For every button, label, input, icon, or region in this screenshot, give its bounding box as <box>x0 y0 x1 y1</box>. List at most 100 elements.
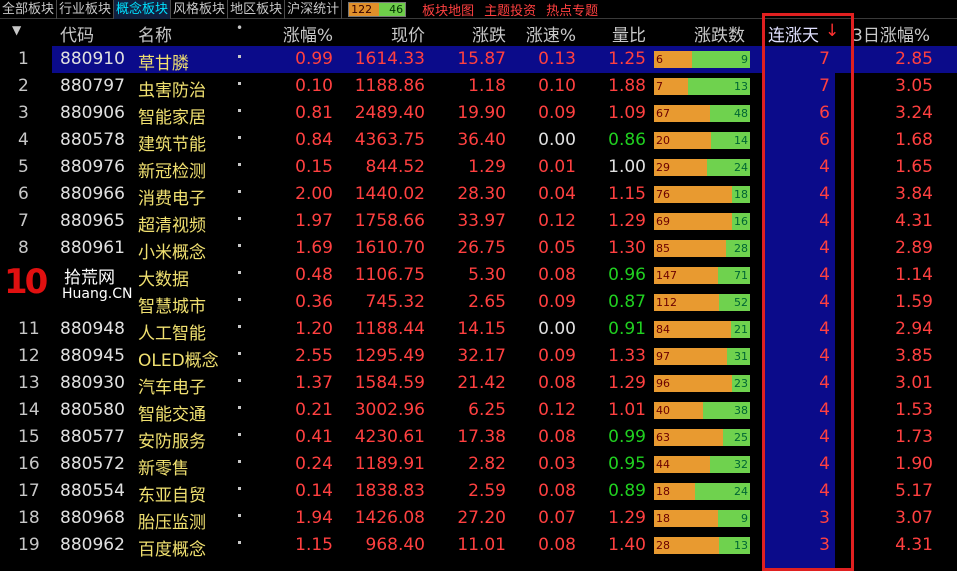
tab-2[interactable]: 概念板块 <box>114 0 172 19</box>
row-change: 26.75 <box>457 238 506 258</box>
row-name: 胎压监测 <box>138 513 206 533</box>
bar-down-count: 9 <box>692 51 750 68</box>
row-index: 1 <box>18 49 29 69</box>
row-change: 2.82 <box>468 454 506 474</box>
row-index: 8 <box>18 238 29 258</box>
row-3d-pct: 2.85 <box>895 49 933 69</box>
bar-down-count: 52 <box>719 294 750 311</box>
row-price: 1610.70 <box>354 238 425 258</box>
row-change: 2.65 <box>468 292 506 312</box>
row-index: 5 <box>18 157 29 177</box>
updown-bar: 18 9 <box>654 510 750 527</box>
updown-bar: 84 21 <box>654 321 750 338</box>
bar-up-count: 6 <box>654 51 692 68</box>
row-name: 百度概念 <box>138 540 206 560</box>
row-3d-pct: 1.73 <box>895 427 933 447</box>
row-pct: 0.84 <box>295 130 333 150</box>
bar-down-count: 16 <box>732 213 750 230</box>
row-speed: 0.10 <box>538 76 576 96</box>
row-price: 844.52 <box>365 157 425 177</box>
row-name: 智能交通 <box>138 405 206 425</box>
tab-5[interactable]: 沪深统计 <box>285 0 343 19</box>
link-hot[interactable]: 热点专题 <box>546 0 598 19</box>
watermark-logo: 10 拾荒网 Huang.CN <box>2 262 142 306</box>
header-3d-pct[interactable]: 3日涨幅% <box>852 21 930 46</box>
link-map[interactable]: 板块地图 <box>422 0 474 19</box>
row-dot <box>238 460 241 463</box>
updown-bar: 44 32 <box>654 456 750 473</box>
tab-0[interactable]: 全部板块 <box>0 0 58 19</box>
row-index: 13 <box>18 373 40 393</box>
row-change: 11.01 <box>457 535 506 555</box>
header-speed[interactable]: 涨速% <box>526 21 576 46</box>
row-3d-pct: 3.24 <box>895 103 933 123</box>
link-theme[interactable]: 主题投资 <box>484 0 536 19</box>
bar-down-count: 32 <box>710 456 750 473</box>
row-dot <box>238 406 241 409</box>
row-dot <box>238 109 241 112</box>
row-name: 新冠检测 <box>138 162 206 182</box>
bar-down-count: 24 <box>695 483 750 500</box>
row-3d-pct: 3.07 <box>895 508 933 528</box>
row-ratio: 0.89 <box>608 481 646 501</box>
header-ratio[interactable]: 量比 <box>612 21 646 46</box>
tab-1[interactable]: 行业板块 <box>57 0 115 19</box>
bar-down-count: 21 <box>731 321 750 338</box>
row-name: 安防服务 <box>138 432 206 452</box>
row-dot <box>238 271 241 274</box>
row-speed: 0.03 <box>538 454 576 474</box>
row-pct: 0.24 <box>295 454 333 474</box>
bar-up-count: 44 <box>654 456 710 473</box>
row-price: 1426.08 <box>354 508 425 528</box>
tab-3[interactable]: 风格板块 <box>171 0 229 19</box>
row-dot <box>238 514 241 517</box>
bar-down-count: 24 <box>707 159 750 176</box>
row-3d-pct: 1.68 <box>895 130 933 150</box>
row-ratio: 1.30 <box>608 238 646 258</box>
row-price: 4363.75 <box>354 130 425 150</box>
header-price[interactable]: 现价 <box>391 21 425 46</box>
header-name[interactable]: 名称 <box>138 21 172 46</box>
bar-down-count: 25 <box>723 429 750 446</box>
row-name: 建筑节能 <box>138 135 206 155</box>
row-ratio: 0.86 <box>608 130 646 150</box>
row-change: 15.87 <box>457 49 506 69</box>
row-index: 6 <box>18 184 29 204</box>
row-name: 新零售 <box>138 459 189 479</box>
header-pct[interactable]: 涨幅% <box>283 21 333 46</box>
row-ratio: 1.00 <box>608 157 646 177</box>
updown-bar: 147 71 <box>654 267 750 284</box>
row-ratio: 0.99 <box>608 427 646 447</box>
row-index: 16 <box>18 454 40 474</box>
bar-down-count: 38 <box>703 402 750 419</box>
bar-up-count: 69 <box>654 213 732 230</box>
row-code: 880965 <box>60 211 125 231</box>
sort-arrow-icon[interactable]: ▼ <box>12 23 21 37</box>
row-ratio: 0.96 <box>608 265 646 285</box>
row-dot <box>238 163 241 166</box>
updown-bar: 67 48 <box>654 105 750 122</box>
row-index: 18 <box>18 508 40 528</box>
row-dot <box>238 433 241 436</box>
row-speed: 0.09 <box>538 346 576 366</box>
row-pct: 1.37 <box>295 373 333 393</box>
bar-down-count: 13 <box>688 78 750 95</box>
row-price: 4230.61 <box>354 427 425 447</box>
row-pct: 2.00 <box>295 184 333 204</box>
bar-up-count: 18 <box>654 483 695 500</box>
row-code: 880554 <box>60 481 125 501</box>
row-change: 33.97 <box>457 211 506 231</box>
row-speed: 0.08 <box>538 373 576 393</box>
row-speed: 0.09 <box>538 292 576 312</box>
header-code[interactable]: 代码 <box>60 21 94 46</box>
header-change[interactable]: 涨跌 <box>472 21 506 46</box>
row-change: 27.20 <box>457 508 506 528</box>
row-speed: 0.12 <box>538 400 576 420</box>
header-updown[interactable]: 涨跌数 <box>694 21 745 46</box>
bar-up-count: 84 <box>654 321 731 338</box>
updown-bar: 40 38 <box>654 402 750 419</box>
row-pct: 0.21 <box>295 400 333 420</box>
tab-4[interactable]: 地区板块 <box>228 0 286 19</box>
row-speed: 0.08 <box>538 481 576 501</box>
row-ratio: 1.33 <box>608 346 646 366</box>
